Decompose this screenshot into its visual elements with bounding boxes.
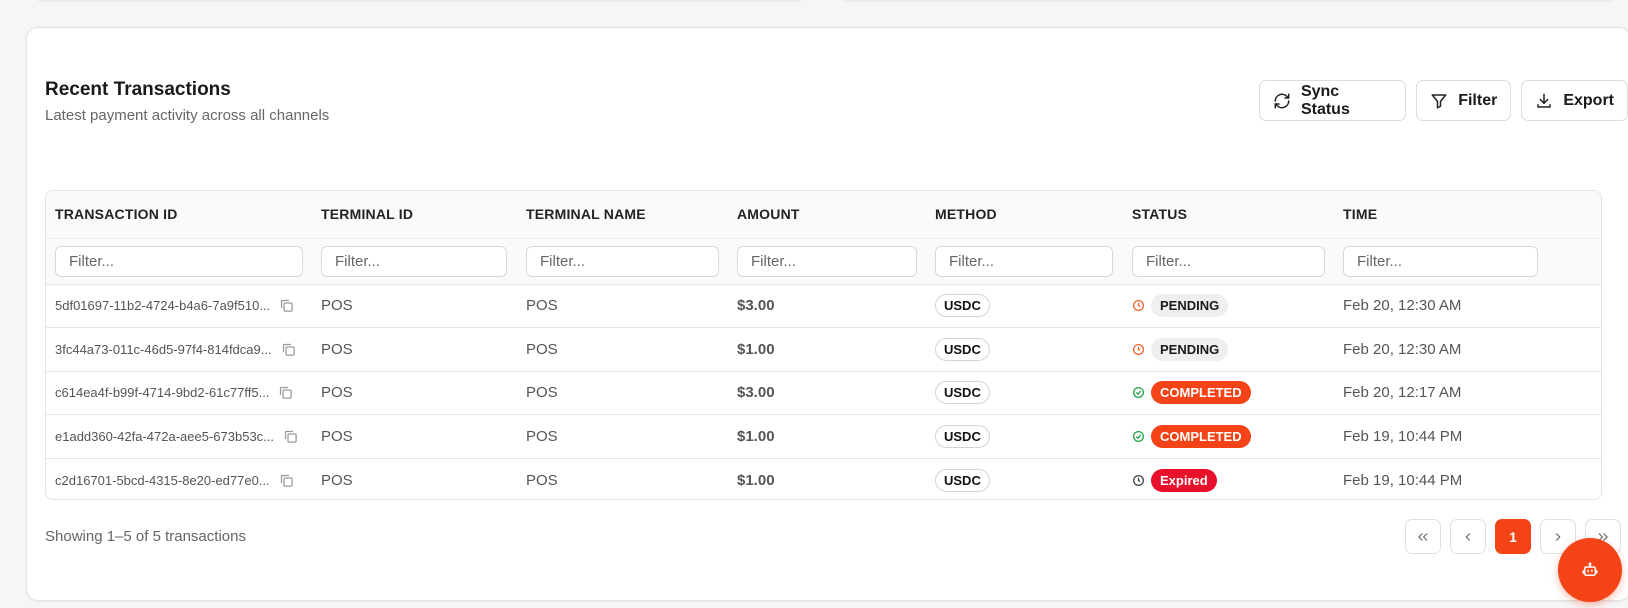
sync-status-button[interactable]: Sync Status — [1259, 80, 1407, 121]
chevron-right-icon — [1555, 532, 1561, 541]
chevron-left-icon — [1465, 532, 1471, 541]
column-header-transaction-id[interactable]: TRANSACTION ID — [46, 191, 312, 238]
time: Feb 19, 10:44 PM — [1343, 471, 1463, 489]
terminal-name: POS — [517, 371, 728, 415]
filter-button[interactable]: Filter — [1416, 80, 1512, 121]
filter-input-status[interactable] — [1132, 245, 1325, 277]
filter-input-transaction-id[interactable] — [55, 245, 303, 277]
amount: $1.00 — [737, 471, 775, 489]
page-title: Recent Transactions — [45, 79, 231, 100]
method-badge: USDC — [935, 468, 990, 492]
status-badge: Expired — [1151, 468, 1217, 492]
column-header-terminal-id[interactable]: TERMINAL ID — [312, 191, 517, 238]
page-subtitle: Latest payment activity across all chann… — [45, 107, 330, 124]
filter-input-terminal-name[interactable] — [526, 245, 719, 277]
method-badge: USDC — [935, 424, 990, 448]
status-badge: PENDING — [1151, 337, 1229, 361]
filter-input-terminal-id[interactable] — [321, 245, 507, 277]
column-header-time[interactable]: TIME — [1334, 191, 1601, 238]
page-button-current[interactable]: 1 — [1495, 519, 1531, 554]
table-row[interactable]: c2d16701-5bcd-4315-8e20-ed77e0... POS PO… — [46, 458, 1601, 499]
table-row[interactable]: 3fc44a73-011c-46d5-97f4-814fdca9... POS … — [46, 327, 1601, 372]
clock-icon — [1132, 474, 1145, 486]
table-row[interactable]: c614ea4f-b99f-4714-9bd2-61c77ff5... POS … — [46, 371, 1601, 415]
amount: $1.00 — [728, 327, 926, 372]
check-circle-icon — [1132, 430, 1145, 442]
clock-icon — [1132, 343, 1145, 355]
amount: $3.00 — [728, 284, 926, 328]
status-badge: COMPLETED — [1151, 381, 1251, 405]
column-header-status[interactable]: STATUS — [1123, 191, 1334, 238]
method-badge: USDC — [935, 294, 990, 318]
toolbar: Sync Status Filter Export — [1259, 80, 1628, 121]
first-page-button[interactable] — [1405, 519, 1441, 554]
chevrons-left-icon — [1418, 532, 1428, 541]
time: Feb 20, 12:30 AM — [1334, 327, 1601, 372]
terminal-id: POS — [321, 471, 353, 489]
assistant-fab-button[interactable] — [1558, 538, 1622, 602]
robot-icon — [1582, 562, 1598, 576]
clock-icon — [1132, 300, 1145, 312]
column-header-method[interactable]: METHOD — [926, 191, 1123, 238]
terminal-id: POS — [312, 371, 517, 415]
filter-label: Filter — [1458, 91, 1498, 109]
copy-icon[interactable] — [283, 429, 298, 444]
terminal-name: POS — [517, 284, 728, 328]
previous-page-button[interactable] — [1450, 519, 1486, 554]
transaction-id: 3fc44a73-011c-46d5-97f4-814fdca9... — [55, 341, 272, 357]
transaction-id: c2d16701-5bcd-4315-8e20-ed77e0... — [55, 472, 270, 488]
terminal-id: POS — [312, 284, 517, 328]
amount: $1.00 — [728, 414, 926, 459]
time: Feb 19, 10:44 PM — [1334, 414, 1601, 459]
copy-icon[interactable] — [278, 385, 293, 400]
terminal-name: POS — [517, 327, 728, 372]
filter-input-amount[interactable] — [737, 245, 917, 277]
column-header-terminal-name[interactable]: TERMINAL NAME — [517, 191, 728, 238]
terminal-name: POS — [517, 414, 728, 459]
terminal-id: POS — [312, 327, 517, 372]
transaction-id: e1add360-42fa-472a-aee5-673b53c... — [55, 428, 275, 444]
copy-icon[interactable] — [279, 298, 294, 313]
refresh-icon — [1274, 93, 1290, 108]
transaction-id: c614ea4f-b99f-4714-9bd2-61c77ff5... — [55, 385, 270, 401]
status-badge: COMPLETED — [1151, 424, 1251, 448]
check-circle-icon — [1132, 387, 1145, 399]
table-row[interactable]: 5df01697-11b2-4724-b4a6-7a9f510... POS P… — [46, 284, 1601, 328]
time: Feb 20, 12:30 AM — [1334, 284, 1601, 328]
download-icon — [1537, 93, 1552, 108]
table-row[interactable]: e1add360-42fa-472a-aee5-673b53c... POS P… — [46, 414, 1601, 459]
time: Feb 20, 12:17 AM — [1334, 371, 1601, 415]
terminal-name: POS — [526, 471, 558, 489]
method-badge: USDC — [935, 381, 990, 405]
copy-icon[interactable] — [281, 342, 296, 357]
filter-input-time[interactable] — [1343, 245, 1538, 277]
filter-input-method[interactable] — [935, 245, 1113, 277]
export-button[interactable]: Export — [1521, 80, 1628, 121]
funnel-icon — [1431, 93, 1447, 108]
copy-icon[interactable] — [279, 473, 294, 488]
pagination-summary: Showing 1–5 of 5 transactions — [45, 528, 246, 545]
export-label: Export — [1563, 91, 1614, 109]
transaction-id: 5df01697-11b2-4724-b4a6-7a9f510... — [55, 298, 271, 314]
status-badge: PENDING — [1151, 294, 1229, 318]
sync-status-label: Sync Status — [1300, 82, 1350, 118]
transactions-table: TRANSACTION ID TERMINAL ID TERMINAL NAME… — [45, 190, 1602, 500]
terminal-id: POS — [312, 414, 517, 459]
amount: $3.00 — [728, 371, 926, 415]
method-badge: USDC — [935, 337, 990, 361]
column-header-amount[interactable]: AMOUNT — [728, 191, 926, 238]
